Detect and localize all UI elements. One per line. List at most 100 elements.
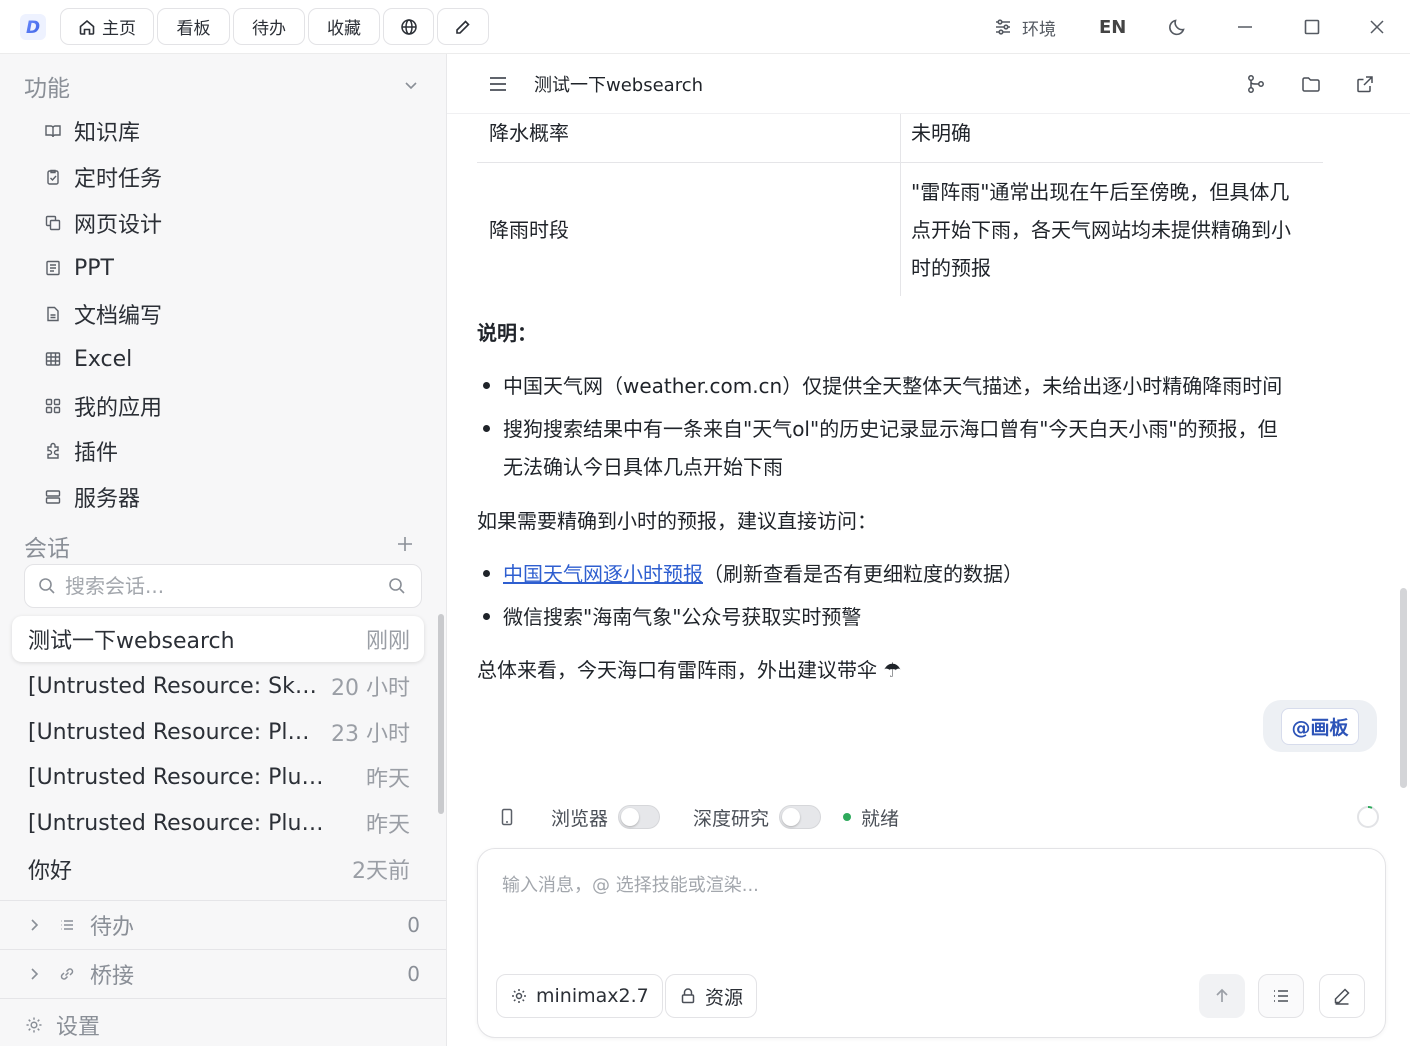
sidebar-item-servers[interactable]: 服务器 <box>44 480 140 514</box>
compose-edit-button[interactable] <box>1319 974 1365 1018</box>
sidebar-item-document-writing[interactable]: 文档编写 <box>44 297 162 331</box>
minimize-icon[interactable] <box>1235 17 1255 37</box>
bullet-dot <box>483 382 490 389</box>
todo-section-toggle[interactable]: 待办 0 <box>0 900 446 948</box>
new-conversation-plus-icon[interactable] <box>395 534 415 554</box>
table-column-divider <box>900 114 901 296</box>
conversation-search-box[interactable] <box>24 564 422 608</box>
settings-button[interactable]: 设置 <box>24 1009 100 1041</box>
tab-browser[interactable] <box>383 8 434 45</box>
sidebar-item-plugins[interactable]: 插件 <box>44 434 118 468</box>
sidebar-item-label: 知识库 <box>74 121 141 146</box>
message-input[interactable] <box>502 871 1352 951</box>
language-toggle[interactable]: EN <box>1099 0 1126 54</box>
sidebar-item-scheduled-tasks[interactable]: 定时任务 <box>44 160 162 194</box>
conversation-time: 昨天 <box>365 767 410 792</box>
sidebar-item-label: 插件 <box>74 441 119 466</box>
gear-icon <box>510 987 528 1005</box>
sidebar-scrollbar[interactable] <box>438 614 444 814</box>
conversation-time: 23 小时 <box>331 722 410 747</box>
main-panel: 测试一下websearch 降水概率 未明确 降雨时段 "雷阵雨"通常出现在午后… <box>447 54 1410 1046</box>
conversation-item[interactable]: [Untrusted Resource: Plu... 23 小时 <box>12 709 424 755</box>
branch-icon[interactable] <box>1245 73 1267 95</box>
suggestion-item: 微信搜索"海南气象"公众号获取实时预警 <box>503 605 862 629</box>
search-input[interactable] <box>65 574 387 598</box>
sidebar-item-label: 定时任务 <box>74 167 163 192</box>
menu-icon[interactable] <box>487 73 509 95</box>
note-item-continued: 无法确认今日具体几点开始下雨 <box>503 455 783 479</box>
bridge-section-toggle[interactable]: 桥接 0 <box>0 949 446 997</box>
status-indicator-dot <box>843 813 852 821</box>
table-cell-value-line: 点开始下雨，各天气网站均未提供精确到小 <box>911 218 1291 242</box>
conversation-time: 2天前 <box>352 859 410 884</box>
conversation-title: [Untrusted Resource: Plu... <box>28 719 321 745</box>
note-item: 中国天气网（weather.com.cn）仅提供全天整体天气描述，未给出逐小时精… <box>503 374 1283 398</box>
chevron-down-icon[interactable] <box>402 76 420 94</box>
environment-button[interactable]: 环境 <box>992 0 1056 54</box>
globe-icon <box>400 18 418 36</box>
deep-research-toggle-label: 深度研究 <box>693 807 770 830</box>
weather-hourly-link[interactable]: 中国天气网逐小时预报 <box>503 562 703 586</box>
conversation-title: 测试一下websearch <box>28 629 235 654</box>
tab-favorites-label: 收藏 <box>327 19 361 39</box>
tab-kanban[interactable]: 看板 <box>157 8 230 45</box>
browser-toggle[interactable] <box>618 805 661 829</box>
model-selector-button[interactable]: minimax2.7 <box>496 974 663 1018</box>
list-icon <box>58 916 76 934</box>
maximize-icon[interactable] <box>1302 17 1322 37</box>
conversation-item[interactable]: 你好 2天前 <box>12 846 424 892</box>
link-icon <box>58 965 76 983</box>
suggestion-intro: 如果需要精确到小时的预报，建议直接访问： <box>477 509 877 533</box>
app-logo-icon: D <box>20 14 46 40</box>
conversation-item[interactable]: [Untrusted Resource: Plugin ... 昨天 <box>12 800 424 846</box>
sidebar-item-excel[interactable]: Excel <box>44 342 132 376</box>
model-selector-label: minimax2.7 <box>536 985 649 1007</box>
notes-heading: 说明： <box>477 321 537 345</box>
sidebar-item-label: Excel <box>74 346 133 372</box>
open-external-icon[interactable] <box>1354 73 1376 95</box>
moon-icon[interactable] <box>1168 17 1188 37</box>
resources-button[interactable]: 资源 <box>665 974 758 1018</box>
close-icon[interactable] <box>1367 17 1387 37</box>
layers-icon <box>44 214 62 232</box>
bullet-dot <box>483 425 490 432</box>
search-icon <box>37 576 57 596</box>
folder-icon[interactable] <box>1300 73 1322 95</box>
sidebar-item-ppt[interactable]: PPT <box>44 251 114 285</box>
conversation-title-heading: 测试一下websearch <box>534 75 704 96</box>
suggestion-link-note: （刷新查看是否有更细粒度的数据） <box>703 562 1023 586</box>
table-cell-value: 未明确 <box>911 121 971 145</box>
table-row-divider <box>477 162 1323 163</box>
tab-todo[interactable]: 待办 <box>233 8 305 45</box>
canvas-mention-chip[interactable]: @画板 <box>1263 700 1377 752</box>
apps-grid-icon <box>44 397 62 415</box>
mobile-icon[interactable] <box>497 807 517 827</box>
deep-research-toggle[interactable] <box>779 805 822 829</box>
lock-icon <box>679 987 697 1005</box>
conversations-section-title: 会话 <box>24 536 70 562</box>
suggestion-item: 中国天气网逐小时预报（刷新查看是否有更细粒度的数据） <box>503 555 1023 593</box>
search-submit-icon[interactable] <box>387 576 407 596</box>
tab-home[interactable]: 主页 <box>60 8 154 45</box>
main-scrollbar[interactable] <box>1400 588 1407 788</box>
bridge-count: 0 <box>407 961 420 986</box>
conversation-item[interactable]: [Untrusted Resource: Plugin ... 昨天 <box>12 754 424 800</box>
conversation-item[interactable]: [Untrusted Resource: Skill... 20 小时 <box>12 663 424 709</box>
conversation-header: 测试一下websearch <box>447 54 1410 114</box>
tab-edit[interactable] <box>437 8 489 45</box>
task-list-button[interactable] <box>1258 974 1304 1018</box>
sidebar-item-my-apps[interactable]: 我的应用 <box>44 389 162 423</box>
top-nav-tabs: 主页 看板 待办 收藏 <box>60 8 489 45</box>
sidebar-item-web-design[interactable]: 网页设计 <box>44 206 162 240</box>
tab-favorites[interactable]: 收藏 <box>308 8 380 45</box>
bullet-dot <box>483 613 490 620</box>
send-button[interactable] <box>1199 974 1245 1018</box>
note-item: 搜狗搜索结果中有一条来自"天气ol"的历史记录显示海口曾有"今天白天小雨"的预报… <box>503 417 1278 441</box>
table-icon <box>44 350 62 368</box>
arrow-up-icon <box>1212 986 1232 1006</box>
conversation-item[interactable]: 测试一下websearch 刚刚 <box>12 616 424 662</box>
todo-section-label: 待办 <box>90 914 135 940</box>
sidebar-item-knowledge-base[interactable]: 知识库 <box>44 114 140 148</box>
bridge-section-label: 桥接 <box>90 963 135 989</box>
sidebar-item-label: 我的应用 <box>74 396 163 421</box>
